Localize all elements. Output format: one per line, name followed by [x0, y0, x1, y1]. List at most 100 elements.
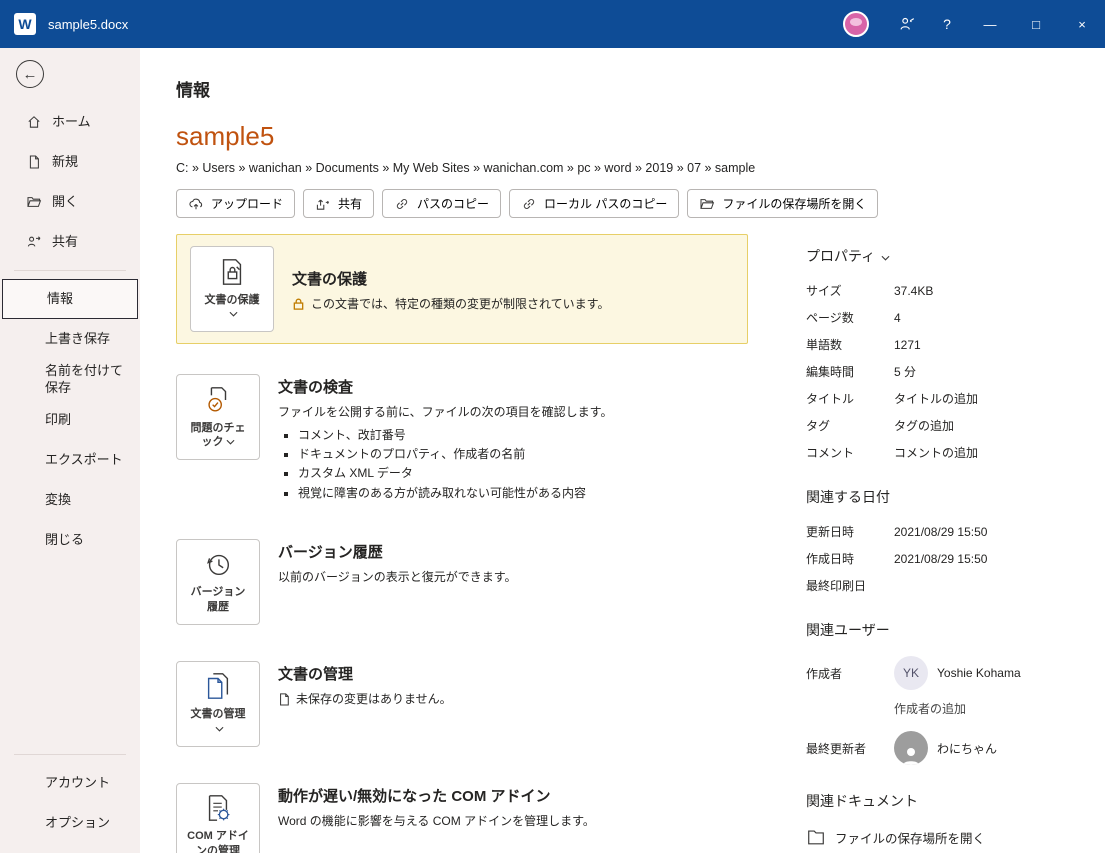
check-for-issues-button[interactable]: 問題のチェック — [176, 374, 260, 460]
sidebar-item-label: オプション — [45, 814, 111, 830]
sidebar-item-transform[interactable]: 変換 — [0, 481, 140, 521]
tile-label: バージョン履歴 — [190, 586, 246, 613]
sidebar-item-label: 印刷 — [45, 412, 72, 428]
property-row: 作成日時 2021/08/29 15:50 — [806, 550, 1088, 567]
open-file-location-link[interactable]: ファイルの保存場所を開く — [806, 827, 1088, 847]
property-value: 2021/08/29 15:50 — [894, 524, 988, 539]
document-icon — [280, 693, 289, 706]
property-label: 最終印刷日 — [806, 579, 867, 593]
upload-button[interactable]: アップロード — [176, 189, 296, 218]
sidebar-item-print[interactable]: 印刷 — [0, 401, 140, 441]
protect-document-icon — [222, 258, 242, 285]
section-description: この文書では、特定の種類の変更が制限されています。 — [311, 296, 610, 311]
help-button[interactable]: ? — [927, 0, 967, 48]
related-dates-heading: 関連する日付 — [806, 487, 1088, 507]
page-title: 情報 — [176, 81, 210, 100]
property-value: 4 — [894, 310, 901, 325]
share-button[interactable]: 共有 — [303, 189, 375, 218]
section-description: Word の機能に影響を与える COM アドインを管理します。 — [278, 813, 595, 828]
sign-person-icon[interactable] — [887, 0, 927, 48]
word-logo-letter: W — [18, 16, 32, 32]
minimize-button[interactable]: — — [967, 0, 1013, 48]
section-title: 文書の管理 — [278, 665, 354, 683]
property-row: 最終印刷日 — [806, 577, 1088, 594]
com-addins-icon — [208, 795, 230, 822]
sidebar-item-save[interactable]: 上書き保存 — [0, 319, 140, 359]
back-button[interactable]: ← — [16, 60, 44, 88]
section-description: 未保存の変更はありません。 — [296, 691, 452, 706]
sidebar-item-save-as[interactable]: 名前を付けて保存 — [0, 359, 140, 401]
add-comment-action[interactable]: コメントの追加 — [894, 444, 978, 461]
last-modified-row: 最終更新者 わにちゃん — [806, 731, 1088, 765]
chevron-down-icon — [215, 722, 224, 736]
last-modified-name: わにちゃん — [937, 741, 998, 756]
list-item: コメント、改訂番号 — [298, 426, 748, 445]
share-icon — [316, 199, 329, 210]
sidebar-item-label: エクスポート — [45, 452, 123, 468]
property-value: 2021/08/29 15:50 — [894, 551, 988, 566]
open-file-location-button[interactable]: ファイルの保存場所を開く — [687, 189, 879, 218]
last-modified-avatar — [894, 731, 928, 765]
manage-document-button[interactable]: 文書の管理 — [176, 660, 260, 747]
sidebar-item-export[interactable]: エクスポート — [0, 441, 140, 481]
protect-document-button[interactable]: 文書の保護 — [190, 246, 274, 332]
properties-heading[interactable]: プロパティ — [806, 246, 1088, 266]
tile-label: 文書の管理 — [190, 708, 246, 721]
chevron-down-icon — [881, 248, 890, 264]
author-person[interactable]: YK Yoshie Kohama — [894, 656, 1021, 690]
sidebar-item-home[interactable]: ホーム — [0, 102, 140, 142]
sidebar-item-info[interactable]: 情報 — [2, 279, 138, 319]
section-manage-document: 文書の管理 文書の管理 未保存の変更はありません。 — [176, 660, 748, 747]
button-label: 共有 — [338, 197, 363, 211]
related-documents-heading: 関連ドキュメント — [806, 791, 1088, 811]
property-label: 更新日時 — [806, 525, 855, 539]
add-title-action[interactable]: タイトルの追加 — [894, 390, 978, 407]
last-modified-person[interactable]: わにちゃん — [894, 731, 997, 765]
property-label: 作成日時 — [806, 552, 855, 566]
property-row: タイトル タイトルの追加 — [806, 390, 1088, 407]
check-for-issues-icon — [208, 386, 227, 412]
link-label: ファイルの保存場所を開く — [835, 831, 986, 846]
sidebar-item-label: 名前を付けて保存 — [45, 363, 124, 395]
account-avatar[interactable] — [843, 11, 869, 37]
person-silhouette-icon — [903, 748, 919, 765]
version-history-icon — [207, 555, 230, 576]
add-author-action[interactable]: 作成者の追加 — [894, 700, 1088, 717]
sidebar-item-label: 共有 — [52, 233, 79, 249]
sidebar-item-account[interactable]: アカウント — [0, 763, 140, 803]
sidebar-divider — [14, 270, 126, 271]
sidebar-item-label: 情報 — [47, 290, 74, 306]
button-label: ローカル パスのコピー — [544, 197, 668, 211]
button-label: パスのコピー — [417, 197, 490, 211]
sidebar-item-options[interactable]: オプション — [0, 803, 140, 843]
sidebar-item-share[interactable]: 共有 — [0, 222, 140, 262]
property-label: コメント — [806, 446, 855, 460]
cloud-upload-icon — [189, 198, 203, 209]
chevron-down-icon — [226, 435, 235, 449]
section-title: 文書の検査 — [278, 379, 354, 396]
version-history-button[interactable]: バージョン履歴 — [176, 538, 260, 625]
related-people-heading: 関連ユーザー — [806, 620, 1088, 640]
add-tag-action[interactable]: タグの追加 — [894, 417, 954, 434]
sidebar-item-label: 変換 — [45, 492, 72, 508]
section-com-addins: COM アドインの管理 動作が遅い/無効になった COM アドイン Word の… — [176, 782, 748, 853]
maximize-button[interactable]: □ — [1013, 0, 1059, 48]
property-label: タイトル — [806, 392, 855, 406]
tile-label: 文書の保護 — [204, 293, 260, 306]
home-icon — [28, 116, 40, 128]
property-label: 最終更新者 — [806, 741, 867, 756]
property-row: ページ数 4 — [806, 309, 1088, 326]
copy-local-path-button[interactable]: ローカル パスのコピー — [509, 189, 680, 218]
sidebar-item-open[interactable]: 開く — [0, 182, 140, 222]
sidebar-item-label: 開く — [52, 193, 79, 209]
sidebar-item-close[interactable]: 閉じる — [0, 521, 140, 561]
close-button[interactable]: × — [1059, 0, 1105, 48]
copy-local-path-icon — [523, 198, 535, 209]
section-title: 文書の保護 — [292, 270, 368, 288]
info-toolbar: アップロード 共有 パスのコピー ローカル パスのコピー ファイルの保存場所を開… — [176, 189, 1105, 218]
sidebar-item-label: 新規 — [52, 153, 79, 169]
sidebar-item-new[interactable]: 新規 — [0, 142, 140, 182]
copy-path-button[interactable]: パスのコピー — [382, 189, 502, 218]
author-name: Yoshie Kohama — [937, 666, 1021, 680]
com-addins-button[interactable]: COM アドインの管理 — [176, 782, 260, 853]
